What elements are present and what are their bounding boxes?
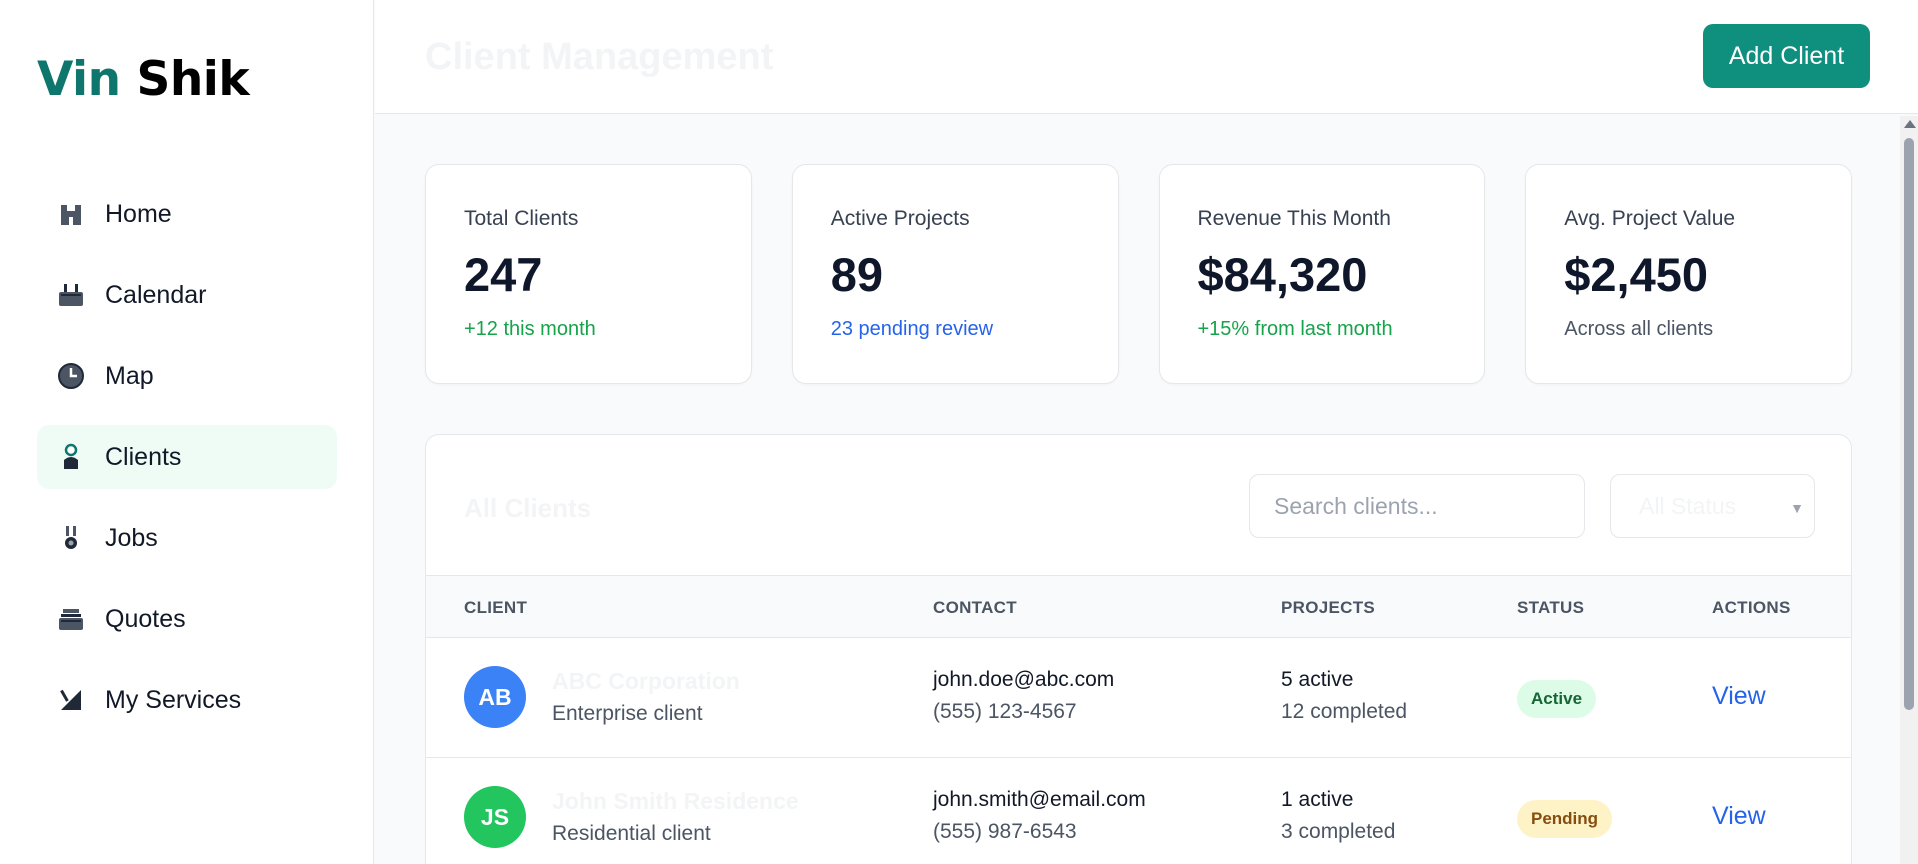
projects-completed: 3 completed	[1281, 820, 1396, 843]
stat-value: 247	[464, 248, 543, 301]
sidebar-item-label: Clients	[105, 442, 182, 471]
sidebar-nav: Home Calendar Map Clients Jobs Quotes My…	[37, 182, 337, 749]
chevron-down-icon: ▼	[1790, 500, 1804, 516]
sidebar-item-label: Map	[105, 361, 154, 390]
status-filter-value: All Status	[1639, 492, 1737, 519]
brand-logo-part2: Shik	[136, 52, 250, 107]
sidebar-item-label: Jobs	[105, 523, 158, 552]
column-header-contact: CONTACT	[933, 598, 1017, 617]
quotes-icon	[57, 605, 85, 633]
avatar: JS	[464, 786, 526, 848]
sidebar-item-quotes[interactable]: Quotes	[37, 587, 337, 651]
table-header: CLIENT CONTACT PROJECTS STATUS ACTIONS	[426, 576, 1851, 638]
sidebar-item-label: My Services	[105, 685, 242, 714]
client-name: ABC Corporation	[552, 668, 740, 694]
stat-card-avg-project-value: Avg. Project Value $2,450 Across all cli…	[1525, 164, 1852, 384]
brand-logo[interactable]: Vin Shik	[37, 52, 250, 107]
stat-value: $84,320	[1197, 248, 1368, 301]
stat-subtext: +12 this month	[464, 318, 596, 340]
client-email: john.smith@email.com	[933, 788, 1146, 811]
sidebar-item-calendar[interactable]: Calendar	[37, 263, 337, 327]
scrollbar-thumb[interactable]	[1904, 138, 1914, 710]
client-type: Residential client	[552, 822, 711, 845]
sidebar: Vin Shik Home Calendar Map Clients Jobs …	[0, 0, 374, 864]
projects-completed: 12 completed	[1281, 700, 1408, 723]
stat-subtext: +15% from last month	[1197, 318, 1393, 340]
sidebar-item-home[interactable]: Home	[37, 182, 337, 246]
projects-active: 5 active	[1281, 668, 1354, 691]
stats-row: Total Clients 247 +12 this month Active …	[425, 164, 1852, 384]
stat-label: Total Clients	[464, 207, 579, 230]
stat-value: 89	[830, 248, 884, 301]
client-type: Enterprise client	[552, 702, 703, 725]
stat-subtext: Across all clients	[1564, 318, 1714, 340]
client-phone: (555) 987-6543	[933, 820, 1077, 843]
status-badge: Pending	[1517, 800, 1613, 838]
sidebar-item-jobs[interactable]: Jobs	[37, 506, 337, 570]
page-title: Client Management	[425, 36, 774, 78]
home-icon	[57, 200, 85, 228]
sidebar-item-label: Calendar	[105, 280, 207, 309]
sidebar-item-clients[interactable]: Clients	[37, 425, 337, 489]
panel-title: All Clients	[464, 493, 592, 523]
stat-label: Active Projects	[830, 207, 970, 230]
brand-logo-part1: Vin	[37, 52, 121, 107]
stat-card-total-clients: Total Clients 247 +12 this month	[425, 164, 752, 384]
scrollbar[interactable]	[1900, 116, 1918, 864]
stat-label: Avg. Project Value	[1564, 207, 1736, 230]
clients-panel: All Clients All Status ▼ CLIENT CONTACT …	[425, 434, 1852, 864]
stat-label: Revenue This Month	[1197, 207, 1391, 230]
column-header-projects: PROJECTS	[1281, 598, 1376, 617]
services-icon	[57, 686, 85, 714]
sidebar-item-my-services[interactable]: My Services	[37, 668, 337, 732]
page-header: Client Management Add Client	[375, 0, 1918, 114]
sidebar-item-map[interactable]: Map	[37, 344, 337, 408]
column-header-status: STATUS	[1517, 598, 1585, 617]
clients-panel-header: All Clients All Status ▼	[426, 435, 1851, 576]
search-input[interactable]	[1249, 474, 1585, 538]
table-row[interactable]: AB ABC Corporation Enterprise client joh…	[426, 638, 1851, 758]
status-badge: Active	[1517, 680, 1597, 718]
jobs-icon	[57, 524, 85, 552]
column-header-actions: ACTIONS	[1712, 598, 1791, 617]
avatar: AB	[464, 666, 526, 728]
stat-card-active-projects: Active Projects 89 23 pending review	[791, 164, 1119, 384]
status-filter-select[interactable]: All Status ▼	[1610, 474, 1815, 538]
map-icon	[57, 362, 85, 390]
client-phone: (555) 123-4567	[933, 700, 1077, 723]
table-row[interactable]: JS John Smith Residence Residential clie…	[426, 758, 1851, 864]
client-email: john.doe@abc.com	[933, 668, 1115, 691]
scroll-up-arrow-icon[interactable]	[1904, 120, 1916, 128]
stat-subtext: 23 pending review	[830, 318, 994, 340]
client-name: John Smith Residence	[552, 788, 799, 814]
column-header-client: CLIENT	[464, 598, 528, 617]
sidebar-item-label: Home	[105, 199, 172, 228]
stat-value: $2,450	[1564, 248, 1709, 301]
stat-card-revenue: Revenue This Month $84,320 +15% from las…	[1158, 164, 1486, 384]
view-client-link[interactable]: View	[1712, 802, 1766, 831]
view-client-link[interactable]: View	[1712, 682, 1766, 711]
projects-active: 1 active	[1281, 788, 1354, 811]
clients-icon	[57, 443, 85, 471]
add-client-button[interactable]: Add Client	[1703, 24, 1870, 88]
calendar-icon	[57, 281, 85, 309]
sidebar-item-label: Quotes	[105, 604, 186, 633]
